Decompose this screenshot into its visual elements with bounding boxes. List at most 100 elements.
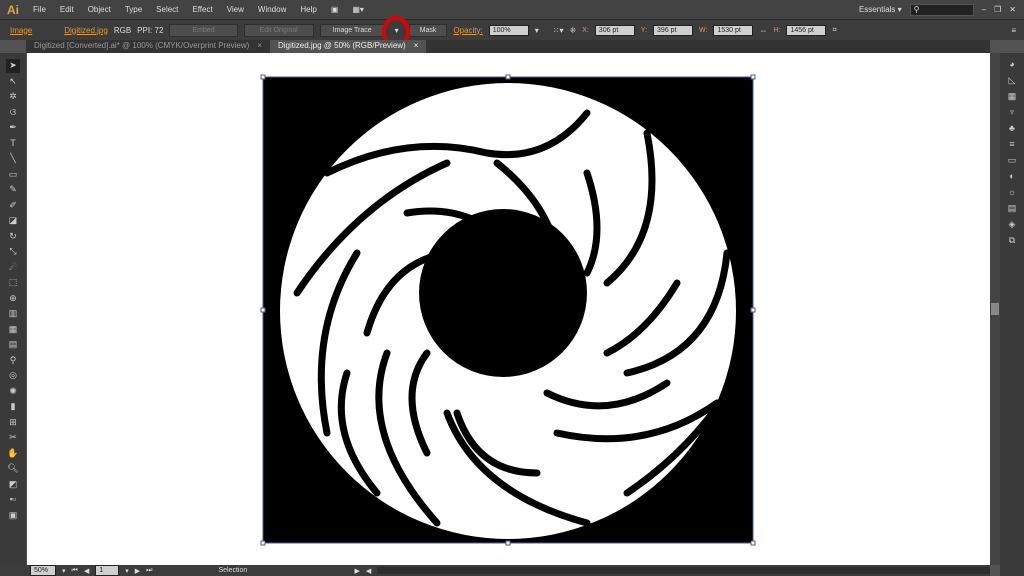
slice-tool-icon[interactable]: ✂ xyxy=(6,431,20,445)
canvas[interactable] xyxy=(27,53,990,565)
search-input[interactable]: ⚲ xyxy=(909,3,974,16)
close-tab-icon[interactable]: × xyxy=(414,41,419,52)
transparency-icon[interactable]: ◐ xyxy=(1005,171,1019,183)
opacity-dropdown[interactable]: ▾ xyxy=(535,26,539,35)
last-artboard-button[interactable]: ⏭ xyxy=(146,567,152,575)
constrain-link-icon[interactable]: ⇔ xyxy=(759,26,767,35)
color-mode-icons[interactable]: ▪▫ xyxy=(6,493,20,507)
rotate-tool-icon[interactable]: ↻ xyxy=(6,230,20,244)
pencil-tool-icon[interactable]: ✐ xyxy=(6,199,20,213)
h-label: H: xyxy=(773,26,781,34)
zoom-tool-icon[interactable]: 🔍︎ xyxy=(6,462,20,476)
eraser-tool-icon[interactable]: ◪ xyxy=(6,214,20,228)
tab-digitized-jpg[interactable]: Digitized.jpg @ 50% (RGB/Preview) × xyxy=(269,40,427,53)
status-menu-button[interactable]: ▶ xyxy=(354,567,359,575)
close-tab-icon[interactable]: × xyxy=(257,41,262,52)
stroke-icon[interactable]: ≡ xyxy=(1005,139,1019,151)
screen-mode-icon[interactable]: ▣ xyxy=(6,509,20,523)
image-trace-dropdown[interactable]: ▾ xyxy=(381,15,410,48)
blend-tool-icon[interactable]: ◎ xyxy=(6,369,20,383)
selection-tool-icon[interactable]: ➤ xyxy=(6,59,20,73)
current-tool[interactable]: Selection xyxy=(218,567,298,574)
first-artboard-button[interactable]: ⏮ xyxy=(72,567,78,575)
shape-builder-tool-icon[interactable]: ⊕ xyxy=(6,292,20,306)
gradient-tool-icon[interactable]: ▤ xyxy=(6,338,20,352)
horizontal-scrollbar[interactable] xyxy=(377,567,990,574)
menu-view[interactable]: View xyxy=(220,5,251,14)
menu-window[interactable]: Window xyxy=(251,5,293,14)
brushes-icon[interactable]: ♆ xyxy=(1005,107,1019,119)
mesh-tool-icon[interactable]: ▦ xyxy=(6,323,20,337)
symbols-icon[interactable]: ♣ xyxy=(1005,123,1019,135)
horizontal-scroll-left[interactable]: ◀ xyxy=(366,567,371,575)
vertical-scrollbar[interactable] xyxy=(990,53,1000,565)
graphic-styles-icon[interactable]: ▤ xyxy=(1005,203,1019,215)
edit-original-button[interactable]: Edit Original xyxy=(243,23,314,37)
tab-digitized-ai[interactable]: Digitized [Converted].ai* @ 100% (CMYK/O… xyxy=(26,40,270,53)
align-icon[interactable]: ⁙▾ xyxy=(553,26,564,35)
placed-image[interactable] xyxy=(27,53,990,565)
artboard-dropdown[interactable]: ▾ xyxy=(125,567,129,575)
paintbrush-tool-icon[interactable]: ✎ xyxy=(6,183,20,197)
eyedropper-tool-icon[interactable]: ⚲ xyxy=(6,354,20,368)
free-transform-tool-icon[interactable]: ⬚ xyxy=(6,276,20,290)
menu-file[interactable]: File xyxy=(26,5,53,14)
zoom-field[interactable]: 50% xyxy=(30,565,56,576)
type-tool-icon[interactable]: T xyxy=(6,137,20,151)
direct-selection-tool-icon[interactable]: ↖ xyxy=(6,75,20,89)
perspective-grid-tool-icon[interactable]: ▥ xyxy=(6,307,20,321)
w-field[interactable]: 1530 pt xyxy=(713,24,754,36)
opacity-field[interactable]: 100% xyxy=(488,24,529,36)
menu-type[interactable]: Type xyxy=(118,5,149,14)
zoom-dropdown[interactable]: ▾ xyxy=(62,567,66,575)
opacity-label[interactable]: Opacity: xyxy=(453,26,482,35)
mask-button[interactable]: Mask xyxy=(408,23,448,37)
close-button[interactable]: ✕ xyxy=(1009,5,1016,14)
rectangle-tool-icon[interactable]: ▭ xyxy=(6,168,20,182)
next-artboard-button[interactable]: ▶ xyxy=(135,567,140,575)
menu-select[interactable]: Select xyxy=(149,5,185,14)
hand-tool-icon[interactable]: ✋ xyxy=(6,447,20,461)
menu-effect[interactable]: Effect xyxy=(185,5,219,14)
scroll-thumb[interactable] xyxy=(991,303,999,315)
y-label: Y: xyxy=(640,26,648,34)
workspace-switcher[interactable]: Essentials ▾ xyxy=(859,5,902,14)
color-panel-icon[interactable]: ◕ xyxy=(1005,59,1019,71)
panel-menu-icon[interactable]: ≡ xyxy=(1011,26,1016,35)
transform-icon[interactable]: ⌗ xyxy=(832,25,837,35)
magic-wand-tool-icon[interactable]: ✲ xyxy=(6,90,20,104)
restore-button[interactable]: ❐ xyxy=(994,5,1001,14)
artboards-icon[interactable]: ⧉ xyxy=(1005,235,1019,247)
image-type-link[interactable]: Image xyxy=(10,26,32,35)
gradient-icon[interactable]: ▭ xyxy=(1005,155,1019,167)
filename-link[interactable]: Digitized.jpg xyxy=(64,26,108,35)
lasso-tool-icon[interactable]: ଓ xyxy=(6,106,20,120)
fill-stroke-icon[interactable]: ◩ xyxy=(6,478,20,492)
scale-tool-icon[interactable]: ⤡ xyxy=(6,245,20,259)
warp-tool-icon[interactable]: ☄ xyxy=(6,261,20,275)
x-field[interactable]: 306 pt xyxy=(594,24,635,36)
panel-dock: ◕ ◺ ▦ ♆ ♣ ≡ ▭ ◐ ☼ ▤ ◈ ⧉ xyxy=(1000,53,1024,576)
layers-icon[interactable]: ◈ xyxy=(1005,219,1019,231)
reference-point-icon[interactable]: ⁜ xyxy=(569,26,576,35)
line-tool-icon[interactable]: ╲ xyxy=(6,152,20,166)
swatches-icon[interactable]: ▦ xyxy=(1005,91,1019,103)
column-graph-tool-icon[interactable]: ▮ xyxy=(6,400,20,414)
embed-button[interactable]: Embed xyxy=(169,23,238,37)
menu-object[interactable]: Object xyxy=(81,5,118,14)
menu-help[interactable]: Help xyxy=(293,5,323,14)
arrange-documents-icon[interactable]: ▦▾ xyxy=(345,5,371,14)
artboard-tool-icon[interactable]: ⊞ xyxy=(6,416,20,430)
image-trace-button[interactable]: Image Trace xyxy=(319,23,385,37)
pen-tool-icon[interactable]: ✒ xyxy=(6,121,20,135)
menu-edit[interactable]: Edit xyxy=(53,5,81,14)
artboard-field[interactable]: 1 xyxy=(95,565,120,576)
symbol-sprayer-tool-icon[interactable]: ✺ xyxy=(6,385,20,399)
minimize-button[interactable]: – xyxy=(982,5,986,14)
color-guide-icon[interactable]: ◺ xyxy=(1005,75,1019,87)
y-field[interactable]: 396 pt xyxy=(653,24,694,36)
h-field[interactable]: 1456 pt xyxy=(786,24,827,36)
appearance-icon[interactable]: ☼ xyxy=(1005,187,1019,199)
bridge-icon[interactable]: ▣ xyxy=(324,5,346,14)
prev-artboard-button[interactable]: ◀ xyxy=(84,567,89,575)
